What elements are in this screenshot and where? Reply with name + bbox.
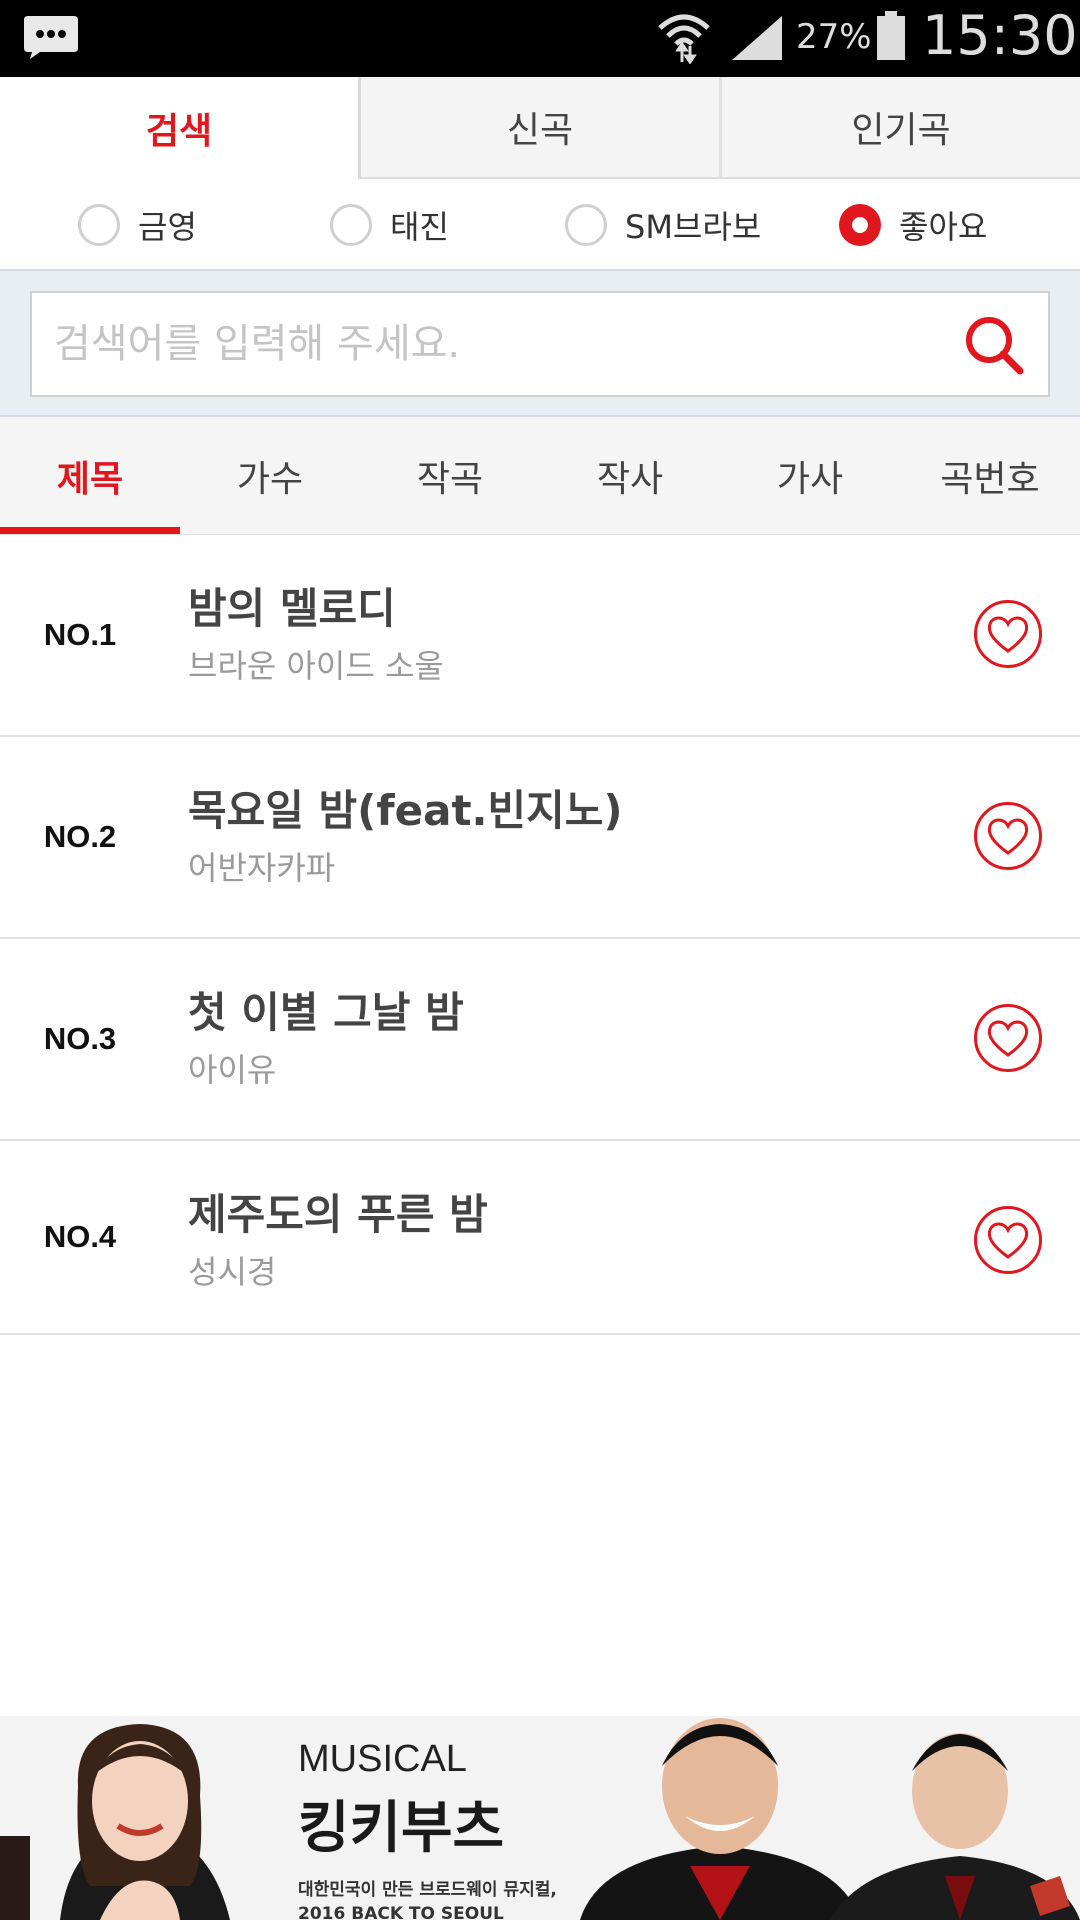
- like-button[interactable]: [974, 1206, 1042, 1274]
- banner-person-image: [0, 1724, 230, 1920]
- song-rank: NO.3: [43, 1021, 117, 1056]
- banner-desc-line: 2016 BACK TO SEOUL: [298, 1904, 504, 1920]
- banner-description: 대한민국이 만든 브로드웨이 뮤지컬, 2016 BACK TO SEOUL: [298, 1878, 557, 1920]
- radio-kumyoung[interactable]: 금영: [78, 203, 197, 247]
- radio-label: 태진: [390, 208, 449, 246]
- heart-icon: [987, 616, 1029, 653]
- song-row[interactable]: NO.4 제주도의 푸른 밤 성시경: [0, 1141, 1080, 1335]
- banner-text: MUSICAL 킹키부츠 대한민국이 만든 브로드웨이 뮤지컬, 2016 BA…: [298, 1738, 557, 1920]
- song-title: 목요일 밤(feat.빈지노): [188, 786, 623, 835]
- radio-button-checked[interactable]: [839, 204, 881, 246]
- song-artist: 어반자카파: [188, 849, 336, 887]
- filter-tab-title[interactable]: 제목: [0, 417, 180, 534]
- song-title: 첫 이별 그날 밤: [188, 988, 464, 1037]
- radio-taejin[interactable]: 태진: [330, 203, 449, 247]
- radio-button[interactable]: [78, 204, 120, 246]
- radio-button[interactable]: [565, 204, 607, 246]
- heart-icon: [987, 1222, 1029, 1259]
- filter-tab-song-number[interactable]: 곡번호: [900, 417, 1080, 534]
- radio-likes[interactable]: 좋아요: [839, 203, 987, 247]
- clock: 15:30: [922, 4, 1078, 67]
- wifi-icon: [658, 14, 710, 64]
- search-field-tabs: 제목 가수 작곡 작사 가사 곡번호: [0, 417, 1080, 535]
- message-icon: [24, 16, 78, 59]
- tab-new-songs[interactable]: 신곡: [358, 77, 719, 179]
- radio-label: SM브라보: [625, 208, 762, 246]
- ad-banner[interactable]: MUSICAL 킹키부츠 대한민국이 만든 브로드웨이 뮤지컬, 2016 BA…: [0, 1716, 1080, 1920]
- battery-icon: [877, 11, 905, 60]
- source-radio-group: 금영 태진 SM브라보 좋아요: [0, 179, 1080, 269]
- song-list: NO.1 밤의 멜로디 브라운 아이드 소울 NO.2 목요일 밤(feat.빈…: [0, 535, 1080, 1335]
- banner-desc-line: 대한민국이 만든 브로드웨이 뮤지컬,: [298, 1880, 557, 1900]
- like-button[interactable]: [974, 1004, 1042, 1072]
- filter-tab-composer[interactable]: 작곡: [360, 417, 540, 534]
- tab-search[interactable]: 검색: [0, 77, 358, 179]
- banner-title: 킹키부츠: [298, 1796, 505, 1861]
- song-artist: 아이유: [188, 1051, 277, 1089]
- like-button[interactable]: [974, 802, 1042, 870]
- song-row[interactable]: NO.2 목요일 밤(feat.빈지노) 어반자카파: [0, 737, 1080, 939]
- signal-icon: [732, 16, 782, 60]
- radio-sm-bravo[interactable]: SM브라보: [565, 203, 761, 247]
- song-row[interactable]: NO.1 밤의 멜로디 브라운 아이드 소울: [0, 535, 1080, 737]
- heart-icon: [987, 818, 1029, 855]
- search-icon[interactable]: [962, 313, 1026, 377]
- search-input[interactable]: [54, 293, 954, 395]
- filter-tab-lyricist[interactable]: 작사: [540, 417, 720, 534]
- search-area: [0, 269, 1080, 417]
- song-row[interactable]: NO.3 첫 이별 그날 밤 아이유: [0, 939, 1080, 1141]
- filter-tab-singer[interactable]: 가수: [180, 417, 360, 534]
- status-bar: 27% 15:30: [0, 0, 1080, 77]
- song-rank: NO.4: [43, 1219, 117, 1254]
- song-title: 제주도의 푸른 밤: [188, 1190, 488, 1239]
- song-rank: NO.1: [43, 617, 117, 652]
- filter-tab-lyrics[interactable]: 가사: [720, 417, 900, 534]
- song-rank: NO.2: [43, 819, 117, 854]
- radio-button[interactable]: [330, 204, 372, 246]
- radio-label: 좋아요: [899, 208, 988, 246]
- heart-icon: [987, 1020, 1029, 1057]
- song-artist: 성시경: [188, 1253, 277, 1291]
- tab-popular-songs[interactable]: 인기곡: [719, 77, 1080, 179]
- like-button[interactable]: [974, 600, 1042, 668]
- battery-percent: 27%: [796, 17, 872, 57]
- song-title: 밤의 멜로디: [188, 584, 396, 633]
- banner-subtitle: MUSICAL: [298, 1738, 467, 1780]
- search-box: [30, 291, 1050, 397]
- banner-people-image: [580, 1718, 1080, 1920]
- top-tab-bar: 검색 신곡 인기곡: [0, 77, 1080, 179]
- song-artist: 브라운 아이드 소울: [188, 647, 444, 685]
- radio-label: 금영: [138, 208, 197, 246]
